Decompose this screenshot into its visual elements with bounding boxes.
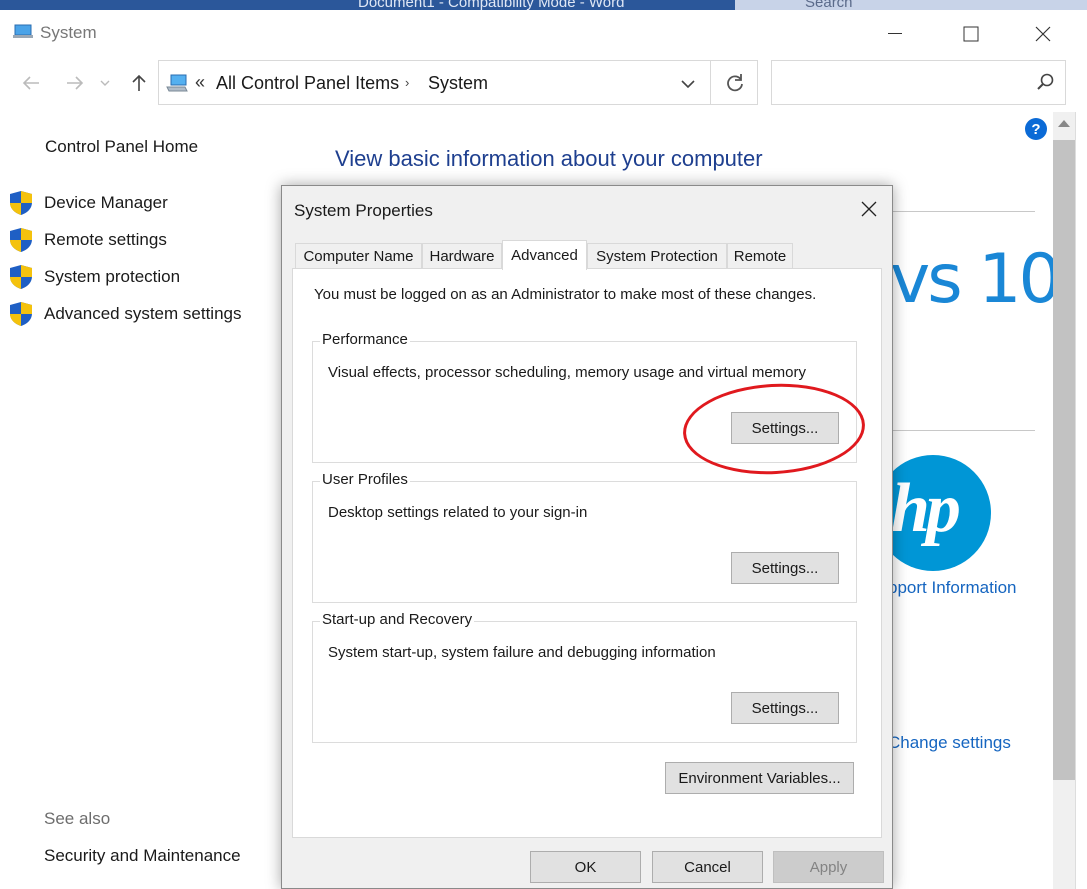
sidebar-item-label: System protection [44,267,181,286]
breadcrumb-separator[interactable]: › [405,75,409,90]
admin-notice: You must be logged on as an Administrato… [314,286,817,303]
performance-settings-button[interactable]: Settings... [731,412,839,444]
search-input[interactable] [771,60,1066,105]
window-titlebar: System [0,10,1087,54]
group-description: Visual effects, processor scheduling, me… [328,364,807,381]
environment-variables-button[interactable]: Environment Variables... [665,762,854,794]
sidebar-item-remote-settings[interactable]: Remote settings [8,225,167,255]
shield-icon [10,302,32,326]
tab-remote[interactable]: Remote [727,243,793,269]
right-panel-edge [1075,112,1087,889]
close-icon [861,201,877,217]
shield-icon [10,191,32,215]
user-profiles-settings-button[interactable]: Settings... [731,552,839,584]
sidebar-item-label: Advanced system settings [44,304,242,323]
change-settings-link[interactable]: Change settings [888,733,1011,753]
back-arrow-icon [22,76,39,90]
dialog-close-button[interactable] [852,194,886,224]
sidebar-item-advanced-system-settings[interactable]: Advanced system settings [8,299,241,329]
apply-button[interactable]: Apply [773,851,884,883]
maximize-icon [963,26,979,42]
sidebar-item-device-manager[interactable]: Device Manager [8,188,168,218]
close-window-button[interactable] [1020,20,1066,48]
breadcrumb-system[interactable]: System [428,73,488,94]
recent-locations-button[interactable] [94,68,116,98]
up-button[interactable] [124,68,154,98]
dialog-title: System Properties [294,201,433,220]
control-panel-home-link[interactable]: Control Panel Home [45,137,198,157]
scroll-up-arrow-icon[interactable] [1058,120,1070,127]
startup-recovery-settings-button[interactable]: Settings... [731,692,839,724]
shield-icon [10,265,32,289]
page-title: View basic information about your comput… [335,146,763,171]
breadcrumb-overflow[interactable]: « [195,72,205,93]
advanced-tab-panel: You must be logged on as an Administrato… [292,268,882,838]
shield-icon [10,228,32,252]
breadcrumb-all-control-panel-items[interactable]: All Control Panel Items [216,73,399,94]
word-search-box[interactable]: Search [735,0,1087,10]
word-ribbon-strip: Document1 - Compatibility Mode - Word Se… [0,0,1087,10]
chevron-down-icon [681,80,695,88]
sidebar-item-label: Device Manager [44,193,168,212]
maximize-button[interactable] [948,20,994,48]
address-bar[interactable]: « All Control Panel Items › System [158,60,758,105]
up-arrow-icon [132,74,146,91]
vertical-scrollbar[interactable] [1053,112,1075,889]
tab-hardware[interactable]: Hardware [422,243,502,269]
refresh-icon [726,73,743,91]
divider [893,211,1035,212]
tab-system-protection[interactable]: System Protection [587,243,727,269]
group-label: Start-up and Recovery [320,611,475,628]
windows-10-logo-text: vs 10 [890,240,1062,319]
minimize-icon [888,33,902,34]
close-icon [1035,26,1051,42]
tab-computer-name[interactable]: Computer Name [295,243,422,269]
tab-advanced[interactable]: Advanced [502,240,587,270]
scrollbar-thumb[interactable] [1053,140,1075,780]
address-dropdown-button[interactable] [669,71,709,95]
security-and-maintenance-link[interactable]: Security and Maintenance [44,846,241,866]
group-description: System start-up, system failure and debu… [328,644,716,661]
chevron-down-icon [100,80,110,86]
word-search-label: Search [805,0,853,10]
hp-logo-text: hp [891,470,961,547]
refresh-button[interactable] [710,61,758,104]
support-information-link[interactable]: pport Information [888,578,1017,598]
system-properties-dialog: System Properties Computer Name Hardware… [281,185,893,889]
startup-recovery-group: Start-up and Recovery System start-up, s… [312,611,857,743]
group-description: Desktop settings related to your sign-in [328,504,588,521]
minimize-button[interactable] [872,20,918,48]
divider [893,430,1035,431]
back-button[interactable] [16,68,46,98]
help-icon[interactable]: ? [1025,118,1047,140]
sidebar-item-system-protection[interactable]: System protection [8,262,180,292]
group-label: User Profiles [320,471,410,488]
see-also-heading: See also [44,809,111,828]
sidebar-item-label: Remote settings [44,230,167,249]
system-app-icon [13,24,33,38]
user-profiles-group: User Profiles Desktop settings related t… [312,471,857,603]
control-panel-icon [166,74,188,92]
cancel-button[interactable]: Cancel [652,851,763,883]
window-title: System [40,23,97,42]
word-doc-title: Document1 - Compatibility Mode - Word [358,0,625,10]
performance-group: Performance Visual effects, processor sc… [312,331,857,463]
forward-button[interactable] [60,68,90,98]
forward-arrow-icon [67,76,84,90]
search-icon [1037,73,1054,90]
group-label: Performance [320,331,410,348]
ok-button[interactable]: OK [530,851,641,883]
